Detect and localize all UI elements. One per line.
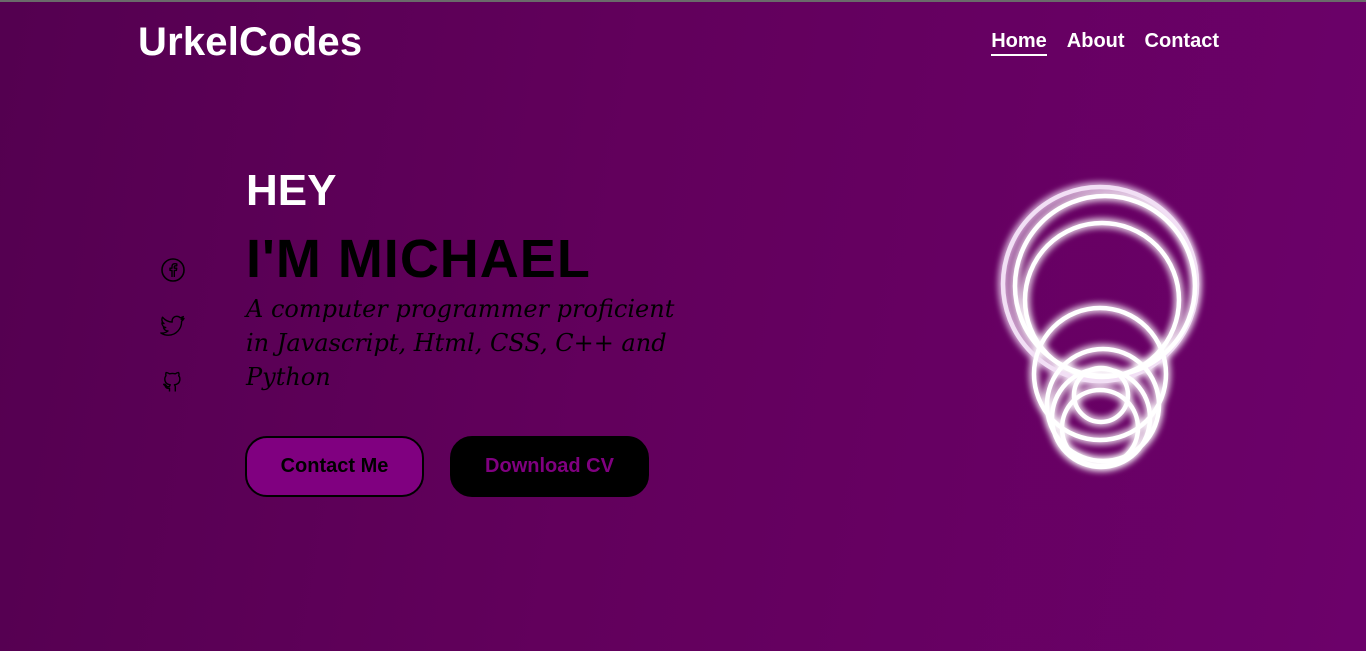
nav-contact-link[interactable]: Contact — [1145, 28, 1219, 56]
hero-buttons: Contact Me Download CV — [245, 436, 649, 497]
nav-about-link[interactable]: About — [1067, 28, 1125, 56]
github-icon[interactable] — [160, 369, 186, 395]
hero-tagline: A computer programmer proficient in Java… — [246, 295, 675, 391]
contact-me-button[interactable]: Contact Me — [245, 436, 424, 497]
glowing-rings-graphic — [1000, 184, 1200, 470]
hero-greeting: HEY — [246, 166, 337, 215]
facebook-icon[interactable] — [160, 257, 186, 283]
social-links — [160, 257, 186, 395]
site-logo[interactable]: UrkelCodes — [138, 18, 362, 66]
hero-section: HEY I'M MICHAEL A computer programmer pr… — [246, 166, 686, 394]
hero-name: I'M MICHAEL — [246, 229, 591, 289]
twitter-icon[interactable] — [160, 313, 186, 339]
nav-home-link[interactable]: Home — [991, 28, 1047, 56]
download-cv-button[interactable]: Download CV — [450, 436, 649, 497]
main-nav: Home About Contact — [991, 28, 1219, 56]
window-top-edge — [0, 0, 1366, 2]
